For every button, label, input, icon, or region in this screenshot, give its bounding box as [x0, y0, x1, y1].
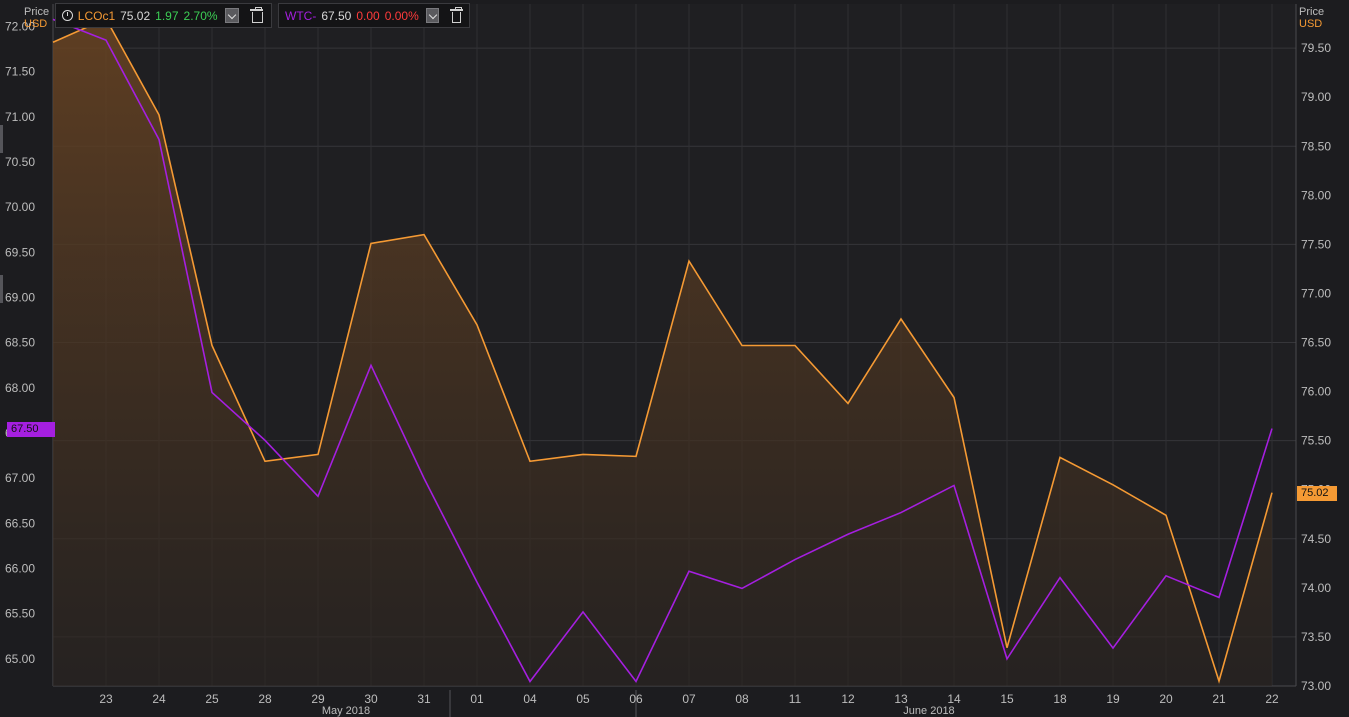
x-axis-tick-label: 31 [417, 692, 431, 706]
legend-wtc[interactable]: WTC- 67.50 0.00 0.00% [278, 3, 470, 28]
left-axis-tick-label: 66.50 [5, 516, 35, 530]
x-axis-tick-label: 14 [947, 692, 961, 706]
left-axis-title-currency: USD [24, 18, 48, 30]
chevron-down-icon[interactable] [425, 8, 439, 23]
legend-wtc-last: 67.50 [321, 8, 352, 23]
legend-wtc-pct: 0.00% [384, 8, 419, 23]
right-axis-tick-label: 78.50 [1301, 139, 1331, 153]
right-axis-tick-label: 78.00 [1301, 188, 1331, 202]
x-axis-tick-label: 04 [523, 692, 537, 706]
left-axis-tick-label: 70.00 [5, 200, 35, 214]
left-axis-scroll-handle[interactable] [0, 125, 3, 153]
right-axis-tick-label: 74.50 [1301, 532, 1331, 546]
x-axis-month-label: May 2018 [322, 705, 370, 717]
x-axis-tick-label: 08 [735, 692, 749, 706]
x-axis-tick-label: 22 [1265, 692, 1279, 706]
x-axis-tick-label: 13 [894, 692, 908, 706]
legend-lcoc1[interactable]: LCOc1 75.02 1.97 2.70% [55, 3, 272, 28]
right-axis-tick-label: 73.00 [1301, 679, 1331, 693]
left-axis-tick-label: 68.00 [5, 381, 35, 395]
x-axis-tick-label: 28 [258, 692, 272, 706]
right-axis-title: Price USD [1299, 6, 1324, 30]
left-axis-tick-label: 70.50 [5, 155, 35, 169]
x-axis-month-label: June 2018 [903, 705, 954, 717]
right-axis-last-value-tag: 75.02 [1297, 485, 1337, 501]
left-axis-tick-label: 67.00 [5, 471, 35, 485]
x-axis-tick-label: 23 [99, 692, 113, 706]
right-axis-tick-label: 79.50 [1301, 41, 1331, 55]
legend-lcoc1-last: 75.02 [120, 8, 151, 23]
chart-area: 65.00 65.50 66.00 66.50 67.00 67.50 68.00 68.50… [0, 0, 1349, 717]
x-axis-tick-label: 18 [1053, 692, 1067, 706]
x-axis-tick-label: 21 [1212, 692, 1226, 706]
x-axis-tick-label: 25 [205, 692, 219, 706]
left-axis-tick-label: 69.00 [5, 291, 35, 305]
trash-icon[interactable] [449, 7, 464, 23]
trash-icon[interactable] [250, 7, 263, 23]
legend-wtc-change: 0.00 [356, 8, 380, 23]
left-axis-tick-label: 69.50 [5, 245, 35, 259]
right-axis-title-price: Price [1299, 6, 1325, 18]
chevron-down-icon[interactable] [224, 8, 240, 23]
right-axis-tick-label: 77.50 [1301, 237, 1331, 251]
left-axis-tick-label: 71.00 [5, 110, 35, 124]
x-axis-tick-label: 19 [1106, 692, 1120, 706]
x-axis-tick-label: 15 [1000, 692, 1014, 706]
right-axis-title-currency: USD [1299, 18, 1323, 30]
left-axis-tick-label: 71.50 [5, 65, 35, 79]
right-axis-tick-label: 77.00 [1301, 286, 1331, 300]
right-axis-tick-label: 76.00 [1301, 385, 1331, 399]
right-axis-tick-label: 74.00 [1301, 581, 1331, 595]
x-axis-tick-label: 29 [311, 692, 325, 706]
legend-lcoc1-pct: 2.70% [183, 8, 218, 23]
x-axis-tick-label: 01 [470, 692, 484, 706]
x-axis-tick-label: 12 [841, 692, 855, 706]
x-axis-tick-label: 11 [789, 692, 802, 706]
legend-lcoc1-ric: LCOc1 [77, 8, 116, 23]
left-axis-tick-label: 68.50 [5, 336, 35, 350]
x-axis-ticks: 23 24 25 28 29 30 31 01 04 05 06 07 08 11 12 13 14 15 18 19… [99, 692, 1279, 706]
clock-icon [62, 10, 73, 21]
x-axis-tick-label: 30 [364, 692, 378, 706]
left-axis-tick-label: 66.00 [5, 562, 35, 576]
right-axis-tick-label: 79.00 [1301, 90, 1331, 104]
legend-wtc-ric: WTC- [285, 8, 317, 23]
left-axis-title-price: Price [24, 6, 50, 18]
left-axis-last-value-tag: 67.50 [7, 421, 55, 437]
x-axis-tick-label: 05 [576, 692, 590, 706]
right-axis-tick-label: 75.50 [1301, 434, 1331, 448]
right-axis-tick-label: 73.50 [1301, 630, 1331, 644]
left-axis-title: Price USD [24, 6, 49, 30]
left-axis-ticks: 65.0065.5066.0066.5067.0067.5068.0068.50… [5, 20, 35, 666]
right-axis-tick-label: 76.50 [1301, 336, 1331, 350]
x-axis-tick-label: 20 [1159, 692, 1173, 706]
left-axis-tick-label: 65.00 [5, 652, 35, 666]
legend-lcoc1-change: 1.97 [155, 8, 179, 23]
right-axis-ticks: 73.0073.5074.0074.5075.0075.5076.0076.50… [1301, 41, 1331, 693]
left-axis-tick-label: 65.50 [5, 607, 35, 621]
x-axis-tick-label: 07 [682, 692, 696, 706]
x-axis-tick-label: 24 [152, 692, 166, 706]
left-axis-scroll-handle-lower[interactable] [0, 275, 3, 303]
price-chart: 65.00 65.50 66.00 66.50 67.00 67.50 68.00 68.50… [0, 4, 1331, 717]
